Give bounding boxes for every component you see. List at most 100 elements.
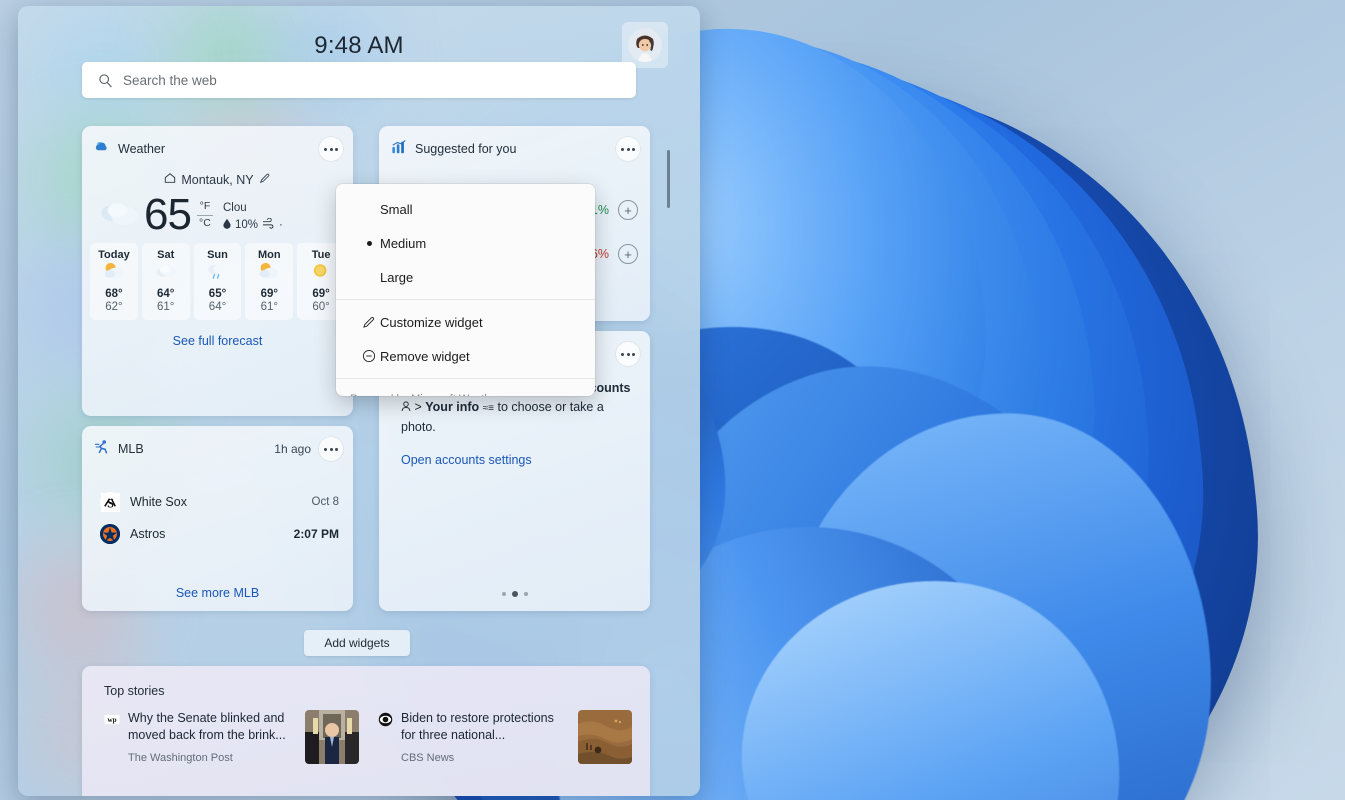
news-thumbnail[interactable]	[305, 710, 359, 764]
mlb-widget-title: MLB	[118, 442, 144, 456]
mlb-team-row[interactable]: S White Sox Oct 8	[82, 488, 353, 516]
weather-unit-celsius[interactable]: °C	[199, 217, 211, 230]
see-more-mlb-link[interactable]: See more MLB	[82, 586, 353, 600]
menu-item-small[interactable]: Small	[336, 192, 595, 226]
mlb-game-date: Oct 8	[311, 496, 339, 508]
mlb-runner-icon	[94, 439, 110, 460]
home-icon	[164, 172, 176, 187]
cloud-icon	[98, 198, 140, 233]
radio-indicator-selected	[360, 240, 378, 246]
forecast-cell[interactable]: Sun 65° 64°	[193, 243, 242, 320]
cloudy-icon	[142, 261, 190, 288]
weather-unit-fahrenheit[interactable]: °F	[200, 200, 211, 213]
menu-item-label: Remove widget	[380, 348, 470, 364]
forecast-day: Sun	[207, 249, 228, 261]
mlb-timestamp: 1h ago	[274, 442, 311, 456]
mlb-team-name: Astros	[130, 527, 166, 541]
svg-text:wp: wp	[107, 716, 116, 724]
weather-condition-block: Clou 10% ·	[222, 202, 283, 232]
weather-widget-title: Weather	[118, 142, 166, 156]
mlb-game-time: 2:07 PM	[293, 527, 339, 541]
open-accounts-settings-link[interactable]: Open accounts settings	[401, 451, 634, 470]
rain-icon	[194, 261, 242, 288]
mlb-widget-more-button[interactable]	[319, 437, 343, 461]
droplet-icon	[223, 218, 231, 232]
menu-separator	[336, 378, 595, 379]
weather-forecast-row: Today 68° 62° Sat 64° 61° Sun 65° 64° Mo…	[82, 239, 353, 320]
cbs-news-eye-logo	[377, 711, 393, 727]
desktop: 9:48 AM Search the web Weather Montauk, …	[0, 0, 1345, 800]
pager-dot-active[interactable]	[511, 591, 518, 597]
add-widgets-button[interactable]: Add widgets	[304, 630, 410, 656]
pencil-icon[interactable]	[259, 172, 271, 187]
person-icon	[401, 400, 414, 414]
astros-logo	[100, 524, 120, 544]
tips-yourinfo-label: Your info	[425, 400, 480, 415]
weather-current: 65 °F °C Clou 10% ·	[82, 187, 353, 239]
weather-unit-toggle[interactable]: °F °C	[196, 200, 213, 230]
weather-widget-header: Weather	[82, 134, 353, 164]
news-thumbnail[interactable]	[578, 710, 632, 764]
forecast-low: 61°	[157, 300, 175, 313]
menu-separator	[336, 299, 595, 300]
menu-item-medium[interactable]: Medium	[336, 226, 595, 260]
menu-item-label: Large	[380, 269, 414, 285]
clock: 9:48 AM	[314, 32, 404, 59]
minus-circle-icon	[360, 349, 378, 363]
menu-footer-attribution: Powered by Microsoft Weather	[336, 384, 595, 396]
pencil-icon	[360, 315, 378, 329]
news-source: CBS News	[401, 751, 455, 764]
suggested-widget-header: Suggested for you	[379, 134, 650, 164]
weather-widget[interactable]: Weather Montauk, NY 65 °F °C Clou 10% · …	[82, 126, 353, 416]
menu-item-label: Medium	[380, 235, 427, 251]
pager-dot[interactable]	[523, 592, 528, 596]
mlb-widget[interactable]: MLB 1h ago S White Sox Oct 8 Astros 2:07…	[82, 426, 353, 611]
forecast-low: 61°	[260, 300, 278, 313]
news-story-card[interactable]: Biden to restore protections for three n…	[377, 710, 632, 764]
tips-widget-more-button[interactable]	[616, 342, 640, 366]
forecast-high: 68°	[105, 287, 123, 300]
suggested-widget-more-button[interactable]	[616, 137, 640, 161]
top-stories-title: Top stories	[104, 684, 165, 698]
menu-item-label: Small	[380, 201, 413, 217]
weather-temperature: 65	[144, 190, 192, 239]
plus-circle-icon[interactable]: +	[618, 244, 638, 264]
washington-post-logo: wp	[104, 711, 120, 727]
search-input[interactable]: Search the web	[82, 62, 636, 98]
weather-precipitation: 10%	[234, 219, 258, 231]
partly-sunny-icon	[90, 261, 138, 288]
top-stories-section: Top stories wp Why the Senate blinked an…	[82, 666, 650, 796]
mlb-widget-header: MLB 1h ago	[82, 434, 353, 464]
menu-item-remove-widget[interactable]: Remove widget	[336, 339, 595, 373]
news-headline[interactable]: Why the Senate blinked and moved back fr…	[128, 710, 297, 744]
forecast-day: Today	[98, 249, 130, 261]
forecast-high: 65°	[208, 287, 227, 300]
weather-widget-more-button[interactable]	[319, 137, 343, 161]
forecast-low: 64°	[208, 300, 227, 313]
weather-condition-label: Clou	[222, 202, 247, 214]
forecast-cell[interactable]: Sat 64° 61°	[141, 243, 190, 320]
menu-item-label: Customize widget	[380, 314, 483, 330]
widget-context-menu[interactable]: Small Medium Large Customize widget Remo…	[336, 184, 595, 396]
forecast-high: 69°	[260, 287, 278, 300]
see-full-forecast-link[interactable]: See full forecast	[82, 334, 353, 348]
forecast-cell[interactable]: Today 68° 62°	[90, 243, 138, 320]
suggested-widget-title: Suggested for you	[415, 142, 517, 156]
panel-scrollbar[interactable]	[667, 150, 670, 208]
plus-circle-icon[interactable]: +	[618, 200, 638, 220]
weather-location-label: Montauk, NY	[181, 172, 254, 187]
pager-dot[interactable]	[501, 592, 506, 596]
forecast-cell[interactable]: Mon 69° 61°	[245, 243, 294, 320]
partly-sunny-icon	[245, 261, 293, 288]
mlb-team-row[interactable]: Astros 2:07 PM	[82, 520, 353, 548]
widgets-panel: 9:48 AM Search the web Weather Montauk, …	[18, 6, 700, 796]
weather-location-row[interactable]: Montauk, NY	[82, 172, 353, 187]
menu-item-large[interactable]: Large	[336, 260, 595, 294]
news-story-card[interactable]: wp Why the Senate blinked and moved back…	[104, 710, 359, 764]
menu-item-customize-widget[interactable]: Customize widget	[336, 305, 595, 339]
forecast-high: 64°	[157, 287, 175, 300]
news-headline[interactable]: Biden to restore protections for three n…	[401, 710, 570, 744]
tips-pagination[interactable]	[379, 591, 650, 597]
avatar-image	[628, 28, 662, 62]
forecast-day: Mon	[257, 249, 281, 261]
